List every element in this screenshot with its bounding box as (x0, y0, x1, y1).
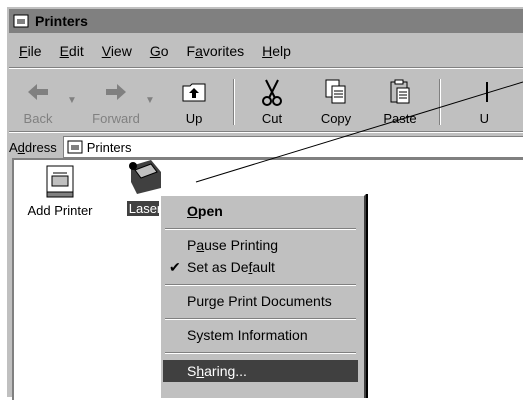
menu-item-pause-printing[interactable]: Pa use Printing (163, 234, 358, 256)
menu-separator (165, 318, 356, 320)
menu-item-system-information[interactable]: System Information (163, 324, 358, 346)
context-menu: Open Pa use Printing ✔ Set as De f ault Purg… (159, 194, 366, 398)
menu-item-purge-print-documents[interactable]: Purge Print Documents (163, 290, 358, 312)
menu-item-set-as-default[interactable]: ✔ Set as De f ault (163, 256, 358, 278)
checkmark-icon: ✔ (169, 258, 181, 275)
menu-separator (165, 284, 356, 286)
menu-item-sharing[interactable]: Sh aring... (163, 360, 358, 382)
menu-item-open[interactable]: Open (163, 200, 358, 222)
menu-separator (165, 352, 356, 354)
menu-separator (165, 228, 356, 230)
